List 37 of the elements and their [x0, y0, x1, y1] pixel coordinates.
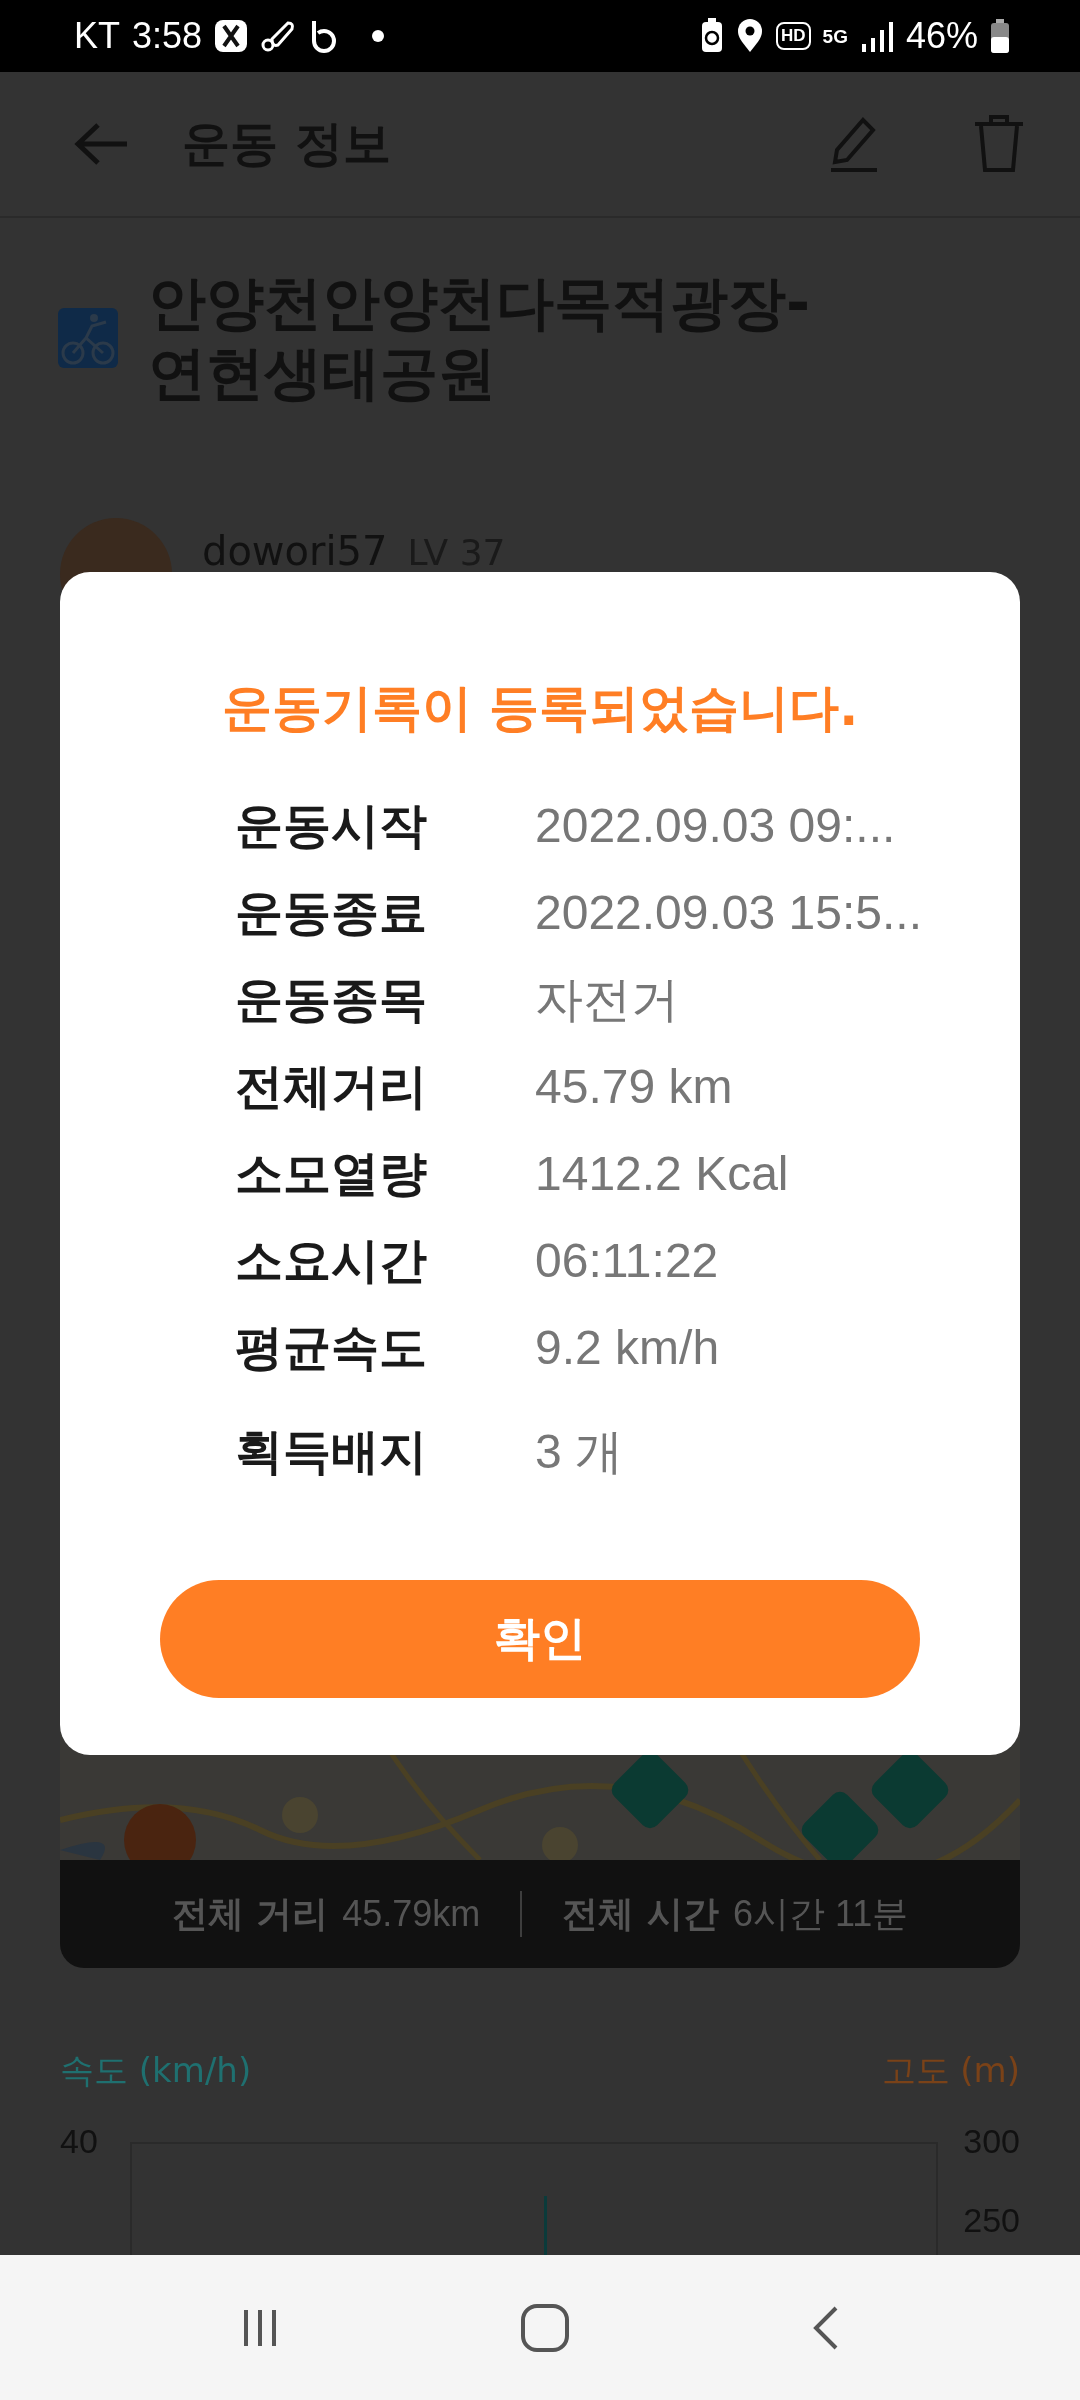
record-label: 소요시간 [235, 1230, 428, 1290]
record-label: 운동종료 [235, 882, 428, 942]
record-label: 운동종목 [235, 969, 428, 1029]
record-label: 운동시작 [235, 795, 428, 855]
record-value: 1412.2 Kcal [535, 1146, 789, 1201]
record-value: 06:11:22 [535, 1233, 719, 1288]
speed-axis-label: 속도 (km/h) [60, 2049, 252, 2092]
distance-value: 45.79km [342, 1892, 481, 1935]
signal-icon [859, 20, 894, 52]
confirm-button[interactable]: 확인 [160, 1580, 920, 1698]
record-value: 45.79 km [535, 1059, 733, 1114]
altitude-axis-label: 고도 (m) [881, 2049, 1020, 2092]
record-value: 9.2 km/h [535, 1320, 720, 1375]
time-label: 전체 시간 [562, 1891, 719, 1936]
location-icon [736, 18, 764, 54]
record-value: 자전거 [535, 971, 679, 1028]
battery-percent: 46% [905, 15, 978, 57]
record-value: 3 개 [535, 1423, 624, 1480]
distance-label: 전체 거리 [171, 1891, 329, 1936]
time-value: 6시간 11분 [732, 1891, 909, 1936]
home-icon[interactable] [520, 2302, 570, 2353]
app-icon [214, 19, 249, 53]
clock: 3:58 [132, 15, 203, 57]
record-label: 획득배지 [235, 1421, 428, 1481]
hd-badge: HD [776, 22, 811, 50]
record-label: 소모열량 [235, 1143, 428, 1203]
record-label: 전체거리 [235, 1056, 428, 1116]
notification-dot-icon [372, 30, 385, 42]
record-label: 평균속도 [235, 1317, 428, 1377]
battery-icon [990, 19, 1010, 53]
dialog-title: 운동기록이 등록되었습니다. [221, 678, 859, 738]
bicycle-icon [58, 308, 118, 368]
record-value: 2022.09.03 09:... [535, 798, 896, 853]
record-value: 2022.09.03 15:5... [535, 885, 922, 940]
battery-saver-icon [700, 18, 724, 54]
carrier: KT [74, 15, 120, 57]
network-type: 5G [822, 26, 848, 46]
